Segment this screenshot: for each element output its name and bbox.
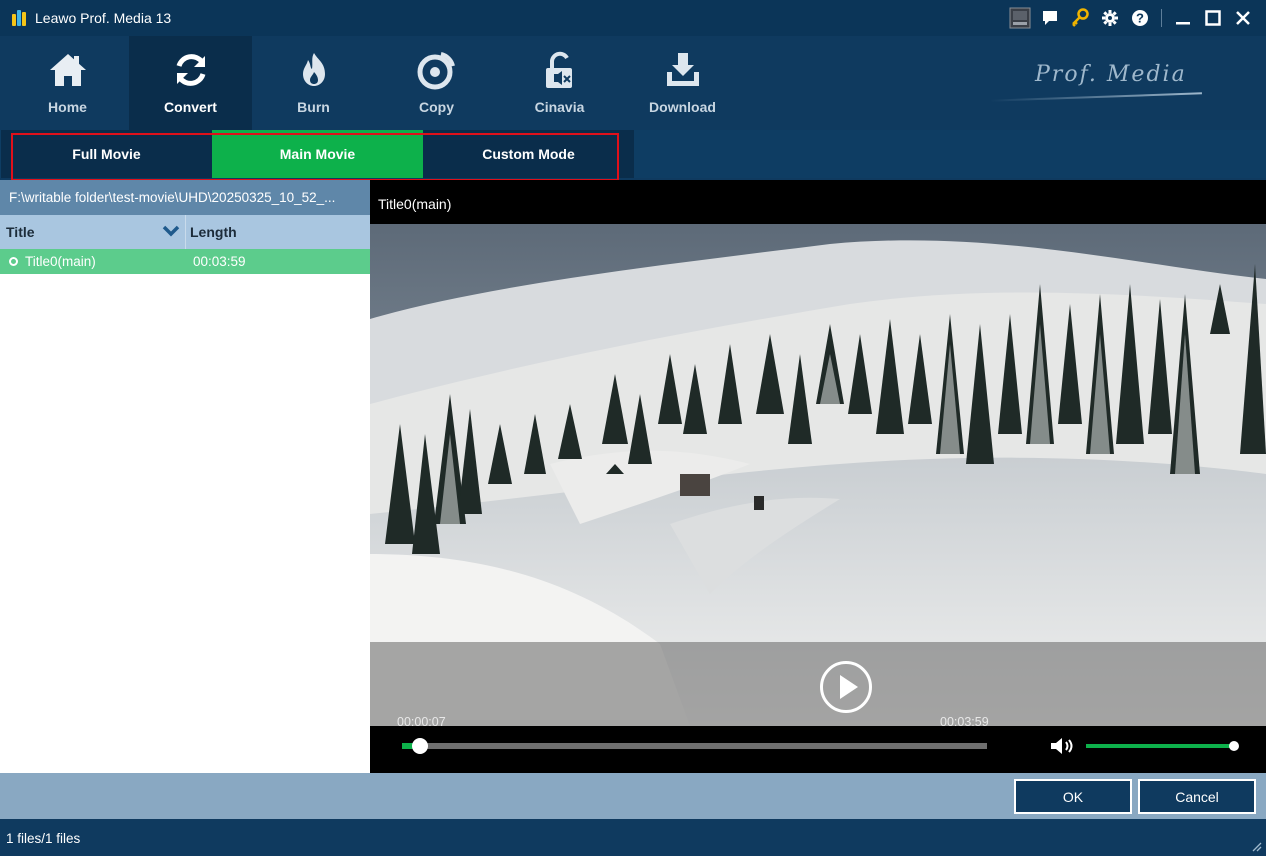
help-icon[interactable]: ? [1125,0,1155,36]
convert-icon [176,54,205,86]
status-bar: 1 files/1 files [0,819,1266,856]
app-logo-icon [12,10,28,26]
feedback-icon[interactable] [1035,0,1065,36]
resize-grip-icon[interactable] [1250,840,1262,852]
column-divider [185,215,186,249]
column-title[interactable]: Title [6,224,35,240]
maximize-icon[interactable] [1198,0,1228,36]
title-bar: Leawo Prof. Media 13 ? [0,0,1266,36]
seek-handle[interactable] [412,738,428,754]
download-icon [666,53,699,86]
ok-button[interactable]: OK [1014,779,1132,814]
row-title: Title0(main) [25,254,96,269]
tool-burn[interactable]: Burn [252,36,375,130]
tool-convert-label: Convert [164,99,217,115]
tab-main-movie[interactable]: Main Movie [212,130,423,178]
video-title: Title0(main) [378,196,452,212]
total-time: 00:03:59 [940,715,989,729]
burn-icon [302,53,325,86]
video-preview-panel: Title0(main) 00:00:07 00:03:59 [370,180,1266,773]
amd-icon[interactable] [1005,0,1035,36]
row-length: 00:03:59 [193,254,246,269]
minimize-icon[interactable] [1168,0,1198,36]
column-length[interactable]: Length [190,224,237,240]
table-row[interactable]: Title0(main) 00:03:59 [0,249,370,274]
tool-cinavia[interactable]: Cinavia [498,36,621,130]
title-list-panel: F:\writable folder\test-movie\UHD\202503… [0,180,370,773]
tool-download-label: Download [649,99,716,115]
tool-home[interactable]: Home [6,36,129,130]
copy-icon [417,52,455,90]
mode-tabs-bar: Full Movie Main Movie Custom Mode [0,130,1266,178]
tool-convert[interactable]: Convert [129,36,252,130]
titlebar-separator [1161,9,1162,27]
volume-icon[interactable] [1049,737,1077,755]
tool-home-label: Home [48,99,87,115]
close-icon[interactable] [1228,0,1258,36]
svg-text:?: ? [1136,11,1144,26]
brand-text: Prof. Media [1035,62,1187,87]
list-header: Title Length [0,215,370,249]
window-title: Leawo Prof. Media 13 [35,10,172,26]
cancel-button[interactable]: Cancel [1138,779,1256,814]
volume-slider[interactable] [1086,744,1234,748]
status-text: 1 files/1 files [6,831,81,846]
cinavia-icon [545,51,572,88]
tool-cinavia-label: Cinavia [534,99,585,115]
tab-full-movie[interactable]: Full Movie [1,130,212,178]
current-time: 00:00:07 [397,715,446,729]
tool-burn-label: Burn [297,99,330,115]
chevron-down-icon[interactable] [162,224,180,238]
tool-copy[interactable]: Copy [375,36,498,130]
player-controls-overlay [370,642,1266,726]
volume-handle[interactable] [1229,741,1239,751]
seek-bar[interactable] [402,743,987,749]
brand-underline [990,92,1202,102]
action-bar: OK Cancel [0,773,1266,819]
tool-copy-label: Copy [419,99,454,115]
key-icon[interactable] [1065,0,1095,36]
source-path: F:\writable folder\test-movie\UHD\202503… [0,180,370,215]
tab-custom-mode[interactable]: Custom Mode [423,130,634,178]
tool-download[interactable]: Download [621,36,744,130]
radio-selected-icon[interactable] [9,257,18,266]
play-icon[interactable] [819,660,873,714]
brand-logo: Prof. Media [990,62,1202,122]
settings-icon[interactable] [1095,0,1125,36]
home-icon [49,54,86,86]
